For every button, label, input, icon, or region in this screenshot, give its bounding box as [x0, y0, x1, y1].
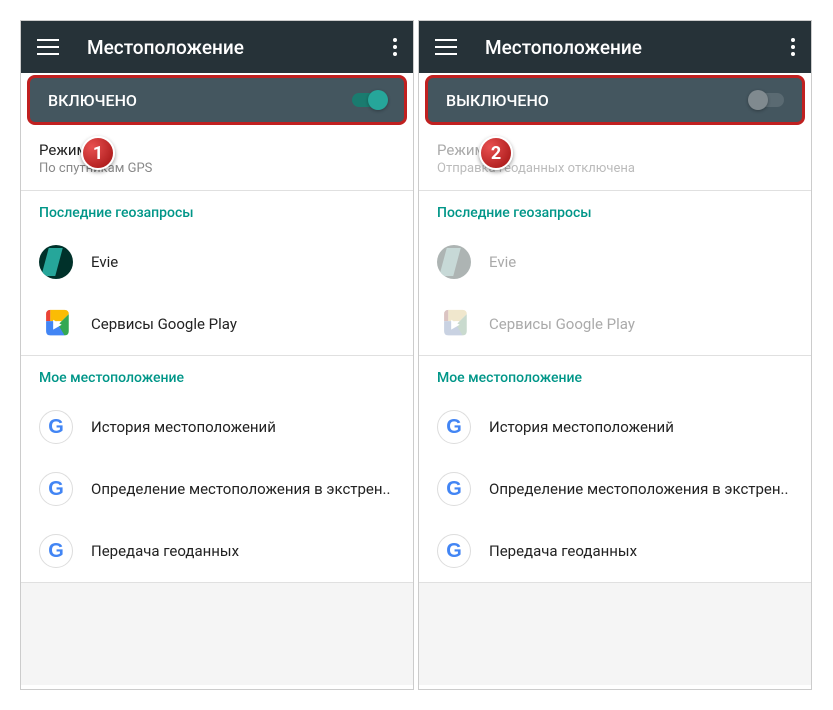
- google-icon: G: [39, 472, 73, 506]
- app-row-play[interactable]: Сервисы Google Play: [21, 293, 413, 355]
- app-name: Сервисы Google Play: [489, 315, 635, 333]
- appbar: Местоположение: [419, 21, 811, 73]
- service-row-history[interactable]: G История местоположений: [21, 396, 413, 458]
- toggle-label: ВКЛЮЧЕНО: [48, 91, 352, 110]
- service-name: История местоположений: [489, 418, 674, 436]
- page-title: Местоположение: [485, 36, 791, 59]
- service-name: История местоположений: [91, 418, 276, 436]
- app-name: Evie: [91, 253, 118, 271]
- service-name: Определение местоположения в экстрен..: [91, 480, 390, 498]
- app-name: Сервисы Google Play: [91, 315, 237, 333]
- google-icon: G: [437, 472, 471, 506]
- content: Режим По спутникам GPS Последние геозапр…: [21, 127, 413, 685]
- service-name: Определение местоположения в экстрен..: [489, 480, 788, 498]
- hamburger-icon[interactable]: [37, 39, 59, 55]
- location-toggle-row[interactable]: ВЫКЛЮЧЕНО: [425, 75, 805, 125]
- app-row-play: Сервисы Google Play: [419, 293, 811, 355]
- myloc-header: Мое местоположение: [21, 356, 413, 396]
- google-icon: G: [39, 410, 73, 444]
- requests-header: Последние геозапросы: [419, 191, 811, 231]
- service-row-emergency[interactable]: G Определение местоположения в экстрен..: [419, 458, 811, 520]
- overflow-menu-icon[interactable]: [791, 38, 795, 56]
- screen-2: Местоположение ВЫКЛЮЧЕНО 2 Режим Отправк…: [418, 20, 812, 690]
- overflow-menu-icon[interactable]: [393, 38, 397, 56]
- service-row-sharing[interactable]: G Передача геоданных: [21, 520, 413, 582]
- app-name: Evie: [489, 253, 516, 271]
- play-services-icon: [39, 307, 73, 341]
- service-name: Передача геоданных: [489, 542, 637, 560]
- appbar: Местоположение: [21, 21, 413, 73]
- service-row-sharing[interactable]: G Передача геоданных: [419, 520, 811, 582]
- switch-thumb: [748, 90, 768, 110]
- google-icon: G: [437, 534, 471, 568]
- app-row-evie: Evie: [419, 231, 811, 293]
- toggle-label: ВЫКЛЮЧЕНО: [446, 91, 750, 110]
- evie-icon: [39, 245, 73, 279]
- location-switch[interactable]: [750, 93, 784, 107]
- app-row-evie[interactable]: Evie: [21, 231, 413, 293]
- play-services-icon: [437, 307, 471, 341]
- service-row-history[interactable]: G История местоположений: [419, 396, 811, 458]
- switch-thumb: [368, 90, 388, 110]
- page-title: Местоположение: [87, 36, 393, 59]
- hamburger-icon[interactable]: [435, 39, 457, 55]
- google-icon: G: [39, 534, 73, 568]
- location-switch[interactable]: [352, 93, 386, 107]
- evie-icon: [437, 245, 471, 279]
- screen-1: Местоположение ВКЛЮЧЕНО 1 Режим По спутн…: [20, 20, 414, 690]
- step-badge-1: 1: [81, 136, 115, 170]
- myloc-header: Мое местоположение: [419, 356, 811, 396]
- mode-row[interactable]: Режим По спутникам GPS: [21, 127, 413, 190]
- requests-header: Последние геозапросы: [21, 191, 413, 231]
- mode-row: Режим Отправка геоданных отключена: [419, 127, 811, 190]
- content: Режим Отправка геоданных отключена После…: [419, 127, 811, 685]
- google-icon: G: [437, 410, 471, 444]
- service-name: Передача геоданных: [91, 542, 239, 560]
- location-toggle-row[interactable]: ВКЛЮЧЕНО: [27, 75, 407, 125]
- step-badge-2: 2: [479, 136, 513, 170]
- service-row-emergency[interactable]: G Определение местоположения в экстрен..: [21, 458, 413, 520]
